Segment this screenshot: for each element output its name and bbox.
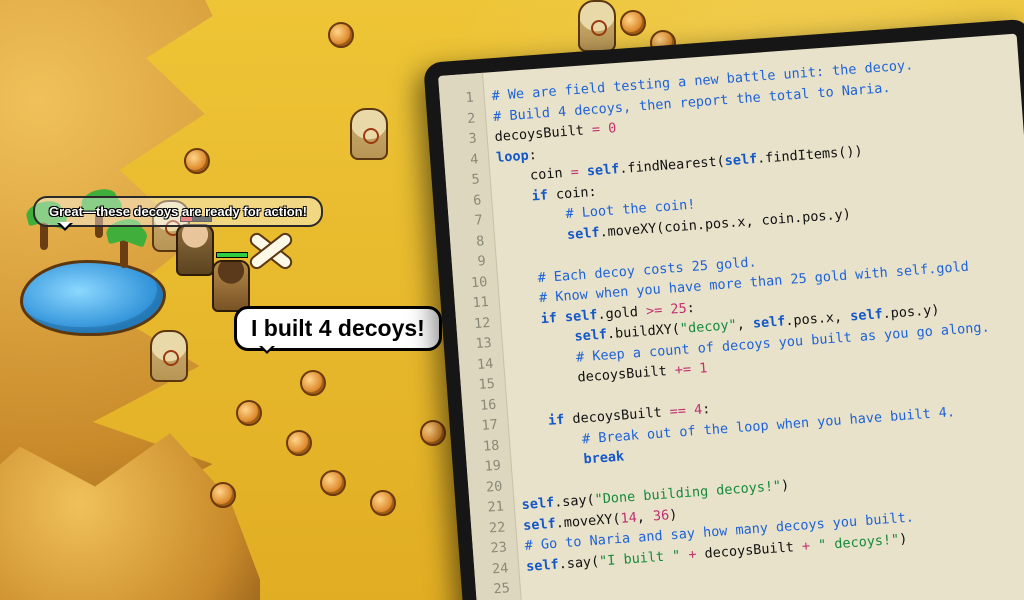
line-number: 25	[475, 577, 520, 600]
code-text[interactable]	[512, 475, 521, 496]
npc-speech-bubble: Great—these decoys are ready for action!	[33, 196, 323, 227]
coin-item[interactable]	[184, 148, 210, 174]
npc-speech-text: Great—these decoys are ready for action!	[49, 204, 307, 219]
palm-tree	[120, 230, 128, 268]
code-text[interactable]	[506, 393, 515, 414]
hero-speech-text: I built 4 decoys!	[251, 315, 425, 341]
coin-item[interactable]	[328, 22, 354, 48]
coin-item[interactable]	[210, 482, 236, 508]
coin-item[interactable]	[370, 490, 396, 516]
coin-item[interactable]	[320, 470, 346, 496]
code-editor-content[interactable]: 1# We are field testing a new battle uni…	[439, 51, 1007, 600]
coin-item[interactable]	[286, 430, 312, 456]
decoy-unit[interactable]	[150, 330, 188, 382]
coin-item[interactable]	[300, 370, 326, 396]
oasis-pond	[20, 260, 166, 336]
player-hero[interactable]	[212, 260, 250, 312]
npc-naria[interactable]	[176, 224, 214, 276]
coin-item[interactable]	[620, 10, 646, 36]
code-text[interactable]	[519, 577, 528, 598]
hero-speech-bubble: I built 4 decoys!	[234, 306, 442, 351]
code-editor-panel[interactable]: 1# We are field testing a new battle uni…	[423, 19, 1024, 600]
code-text[interactable]	[495, 250, 504, 271]
bones-prop	[246, 226, 292, 272]
decoy-unit[interactable]	[350, 108, 388, 160]
coin-item[interactable]	[236, 400, 262, 426]
coin-item[interactable]	[420, 420, 446, 446]
decoy-unit[interactable]	[578, 0, 616, 52]
hero-health-bar	[216, 252, 248, 258]
